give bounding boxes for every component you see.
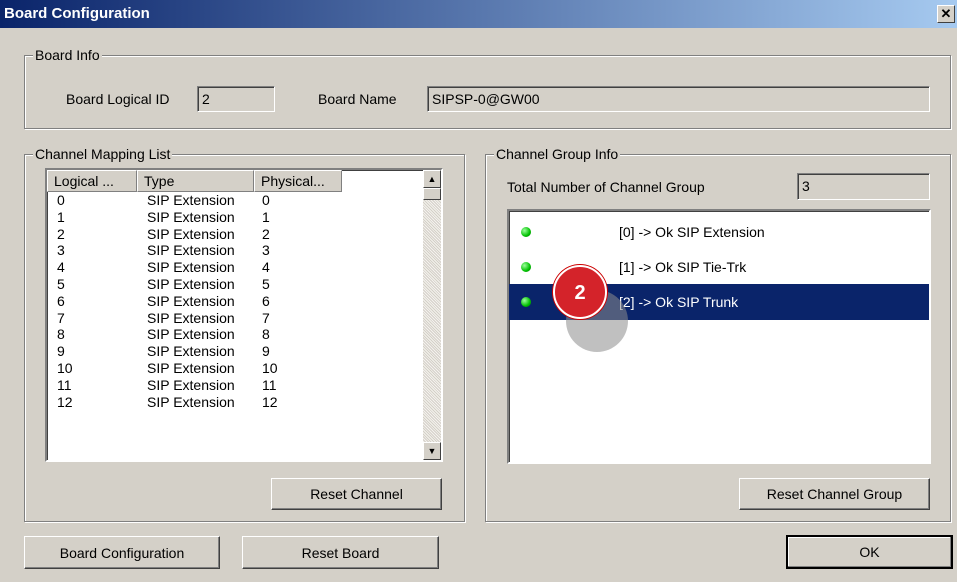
scroll-thumb[interactable] — [423, 188, 441, 200]
arrow-up-icon: ▲ — [427, 174, 437, 184]
table-row[interactable]: 11 SIP Extension 11 — [47, 377, 441, 394]
cell-logical: 11 — [57, 376, 72, 393]
table-row[interactable]: 0 SIP Extension 0 — [47, 192, 441, 209]
step-callout-badge: 2 — [553, 265, 607, 319]
cell-type: SIP Extension — [147, 192, 235, 208]
table-row[interactable]: 4 SIP Extension 4 — [47, 259, 441, 276]
cell-physical: 10 — [262, 359, 278, 376]
channel-group-item[interactable]: [0] -> Ok SIP Extension — [509, 214, 929, 250]
table-row[interactable]: 7 SIP Extension 7 — [47, 310, 441, 327]
channel-mapping-legend: Channel Mapping List — [33, 145, 173, 163]
table-row[interactable]: 12 SIP Extension 12 — [47, 394, 441, 411]
board-name-field[interactable]: SIPSP-0@GW00 — [427, 86, 930, 112]
cell-type: SIP Extension — [147, 343, 235, 360]
close-button[interactable]: ✕ — [937, 5, 955, 23]
cell-type: SIP Extension — [147, 359, 235, 376]
vertical-scrollbar[interactable]: ▲ ▼ — [423, 170, 441, 460]
channel-group-item-label: [0] -> Ok SIP Extension — [619, 224, 765, 240]
cell-physical: 7 — [262, 309, 270, 326]
column-header-type[interactable]: Type — [137, 170, 254, 192]
cell-logical: 10 — [57, 359, 73, 376]
cell-physical: 3 — [262, 242, 270, 259]
table-row[interactable]: 3 SIP Extension 3 — [47, 242, 441, 259]
total-channel-group-label: Total Number of Channel Group — [507, 179, 705, 195]
cell-logical: 6 — [57, 292, 65, 309]
cell-physical: 12 — [262, 393, 278, 410]
arrow-down-icon: ▼ — [427, 446, 437, 456]
cell-physical: 11 — [262, 376, 277, 393]
cell-physical: 2 — [262, 225, 270, 242]
cell-type: SIP Extension — [147, 292, 235, 309]
reset-channel-button[interactable]: Reset Channel — [271, 478, 442, 510]
green-status-dot-icon — [521, 297, 531, 307]
cell-physical: 0 — [262, 192, 270, 208]
reset-board-button[interactable]: Reset Board — [242, 536, 439, 569]
channel-group-item-label: [1] -> Ok SIP Tie-Trk — [619, 259, 747, 275]
cell-type: SIP Extension — [147, 275, 235, 292]
table-row[interactable]: 5 SIP Extension 5 — [47, 276, 441, 293]
cell-type: SIP Extension — [147, 393, 235, 410]
reset-channel-group-button[interactable]: Reset Channel Group — [739, 478, 930, 510]
table-row[interactable]: 2 SIP Extension 2 — [47, 226, 441, 243]
cell-type: SIP Extension — [147, 208, 235, 225]
cell-logical: 3 — [57, 242, 65, 259]
table-row[interactable]: 1 SIP Extension 1 — [47, 209, 441, 226]
cell-type: SIP Extension — [147, 242, 235, 259]
scroll-up-button[interactable]: ▲ — [423, 170, 441, 188]
cell-logical: 2 — [57, 225, 65, 242]
column-header-physical[interactable]: Physical... — [254, 170, 342, 192]
table-row[interactable]: 10 SIP Extension 10 — [47, 360, 441, 377]
cell-logical: 12 — [57, 393, 73, 410]
cell-logical: 9 — [57, 343, 65, 360]
board-configuration-button[interactable]: Board Configuration — [24, 536, 220, 569]
green-status-dot-icon — [521, 262, 531, 272]
cell-physical: 1 — [262, 208, 270, 225]
cell-type: SIP Extension — [147, 259, 235, 276]
table-row[interactable]: 9 SIP Extension 9 — [47, 343, 441, 360]
cell-logical: 7 — [57, 309, 65, 326]
table-row[interactable]: 6 SIP Extension 6 — [47, 293, 441, 310]
title-bar: Board Configuration ✕ — [0, 0, 957, 28]
cell-physical: 5 — [262, 275, 270, 292]
window-title: Board Configuration — [4, 5, 150, 22]
cell-logical: 0 — [57, 192, 65, 208]
cell-logical: 8 — [57, 326, 65, 343]
cell-logical: 4 — [57, 259, 65, 276]
channel-rows: 0 SIP Extension 0 1 SIP Extension 1 2 SIP Exten… — [47, 192, 441, 410]
board-logical-id-field[interactable]: 2 — [197, 86, 275, 112]
scroll-down-button[interactable]: ▼ — [423, 442, 441, 460]
cell-logical: 5 — [57, 275, 65, 292]
cell-type: SIP Extension — [147, 225, 235, 242]
cell-physical: 9 — [262, 343, 270, 360]
cell-physical: 4 — [262, 259, 270, 276]
cell-physical: 8 — [262, 326, 270, 343]
board-info-legend: Board Info — [33, 46, 102, 64]
total-channel-group-field[interactable]: 3 — [797, 173, 930, 200]
table-row[interactable]: 8 SIP Extension 8 — [47, 326, 441, 343]
cell-type: SIP Extension — [147, 326, 235, 343]
board-name-label: Board Name — [318, 91, 397, 107]
cell-physical: 6 — [262, 292, 270, 309]
green-status-dot-icon — [521, 227, 531, 237]
close-icon: ✕ — [940, 6, 952, 21]
channel-group-item-label: [2] -> Ok SIP Trunk — [619, 294, 739, 310]
board-logical-id-label: Board Logical ID — [66, 91, 170, 107]
cell-type: SIP Extension — [147, 376, 235, 393]
cell-logical: 1 — [57, 208, 65, 225]
channel-mapping-list[interactable]: Logical ... Type Physical... 0 SIP Extens… — [45, 168, 443, 462]
ok-button[interactable]: OK — [786, 535, 953, 569]
cell-type: SIP Extension — [147, 309, 235, 326]
column-header-logical[interactable]: Logical ... — [47, 170, 137, 192]
channel-group-legend: Channel Group Info — [494, 145, 621, 163]
